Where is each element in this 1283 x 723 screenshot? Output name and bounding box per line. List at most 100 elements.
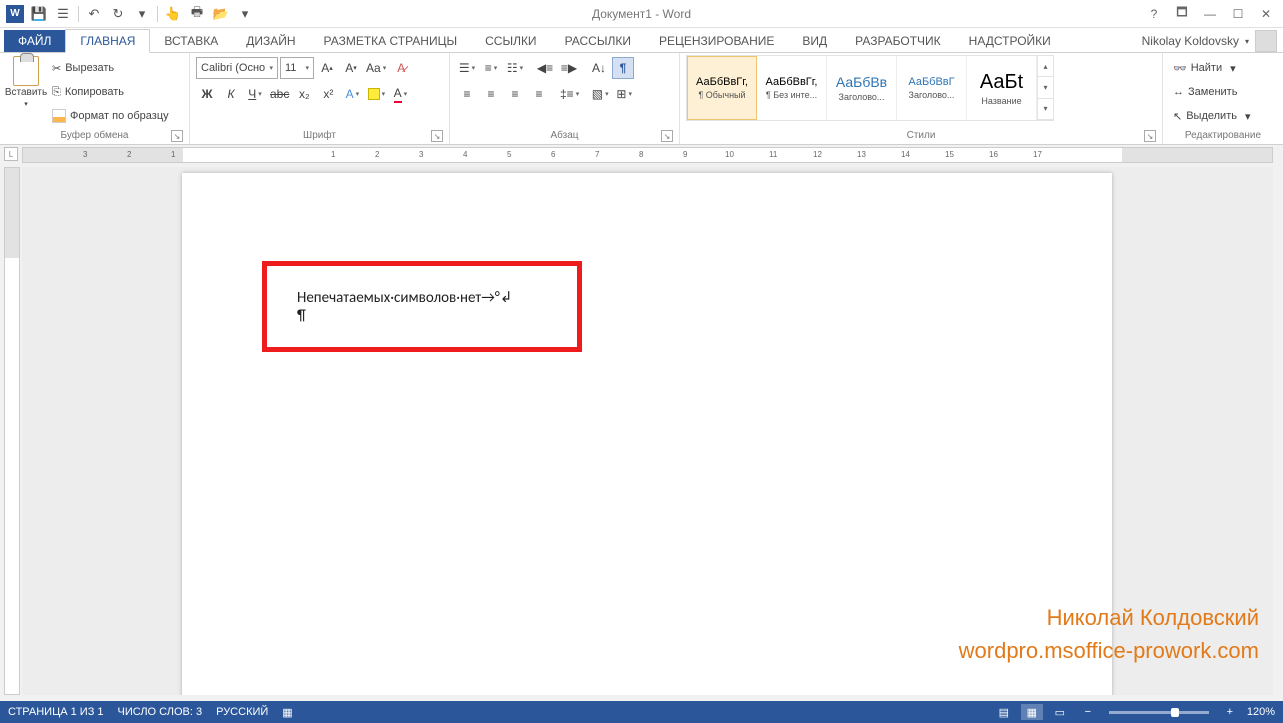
- tab-review[interactable]: РЕЦЕНЗИРОВАНИЕ: [645, 30, 788, 52]
- tab-mailings[interactable]: РАССЫЛКИ: [551, 30, 645, 52]
- read-mode-icon[interactable]: ▤: [993, 704, 1015, 720]
- font-name-combo[interactable]: Calibri (Осно▾: [196, 57, 278, 79]
- tab-view[interactable]: ВИД: [788, 30, 841, 52]
- italic-button[interactable]: К: [220, 83, 242, 105]
- tab-developer[interactable]: РАЗРАБОТЧИК: [841, 30, 955, 52]
- align-right-icon[interactable]: ≡: [504, 83, 526, 105]
- web-layout-icon[interactable]: ▭: [1049, 704, 1071, 720]
- highlight-button[interactable]: ▾: [365, 83, 387, 105]
- qat-dropdown-icon[interactable]: ▾: [131, 3, 153, 25]
- underline-button[interactable]: Ч▾: [244, 83, 266, 105]
- paragraph-launcher-icon[interactable]: ↘: [661, 130, 673, 142]
- zoom-slider[interactable]: [1109, 711, 1209, 714]
- vertical-ruler[interactable]: [4, 167, 20, 695]
- strike-button[interactable]: abc: [268, 83, 291, 105]
- print-layout-icon[interactable]: ▦: [1021, 704, 1043, 720]
- tab-layout[interactable]: РАЗМЕТКА СТРАНИЦЫ: [310, 30, 472, 52]
- open-icon[interactable]: 📂: [210, 3, 232, 25]
- quick-access-toolbar: 💾 ☰ ↶ ↻ ▾ 👆 🖶 📂 ▾: [28, 3, 256, 25]
- style-heading2[interactable]: АаБбВвГ Заголово...: [897, 56, 967, 120]
- tab-addins[interactable]: НАДСТРОЙКИ: [955, 30, 1065, 52]
- borders-icon[interactable]: ⊞▾: [613, 83, 635, 105]
- zoom-thumb[interactable]: [1171, 708, 1179, 717]
- qat-generic-1[interactable]: ☰: [52, 3, 74, 25]
- font-size-combo[interactable]: 11▾: [280, 57, 314, 79]
- style-sample: АаБбВвГ: [908, 76, 954, 88]
- status-language[interactable]: РУССКИЙ: [216, 706, 268, 718]
- cut-button[interactable]: ✂Вырезать: [48, 57, 173, 79]
- tab-insert[interactable]: ВСТАВКА: [150, 30, 232, 52]
- superscript-button[interactable]: x²: [317, 83, 339, 105]
- format-painter-button[interactable]: Формат по образцу: [48, 105, 173, 127]
- minimize-icon[interactable]: —: [1197, 4, 1223, 24]
- style-no-spacing[interactable]: АаБбВвГг, ¶ Без инте...: [757, 56, 827, 120]
- user-area[interactable]: Nikolay Koldovsky ▾: [1142, 30, 1283, 52]
- editing-group-label: Редактирование: [1185, 130, 1261, 141]
- shading-icon[interactable]: ▧▾: [589, 83, 611, 105]
- style-sample: АаБt: [980, 71, 1023, 94]
- change-case-icon[interactable]: Aa▾: [364, 57, 388, 79]
- increase-indent-icon[interactable]: ≡▶: [558, 57, 580, 79]
- font-color-button[interactable]: A▾: [389, 83, 411, 105]
- sort-icon[interactable]: A↓: [588, 57, 610, 79]
- maximize-icon[interactable]: ☐: [1225, 4, 1251, 24]
- ribbon-tabs: ФАЙЛ ГЛАВНАЯ ВСТАВКА ДИЗАЙН РАЗМЕТКА СТР…: [0, 28, 1283, 53]
- clipboard-launcher-icon[interactable]: ↘: [171, 130, 183, 142]
- help-icon[interactable]: ?: [1141, 4, 1167, 24]
- show-hide-paragraph-button[interactable]: ¶: [612, 57, 634, 79]
- status-page[interactable]: СТРАНИЦА 1 ИЗ 1: [8, 706, 104, 718]
- gallery-more-icon[interactable]: ▾: [1038, 99, 1053, 120]
- style-heading1[interactable]: АаБбВв Заголово...: [827, 56, 897, 120]
- document-area[interactable]: Непечатаемых·символов·нет→°↲ ¶: [22, 167, 1273, 695]
- ribbon-display-icon[interactable]: 🗖: [1169, 4, 1195, 24]
- status-macro-icon[interactable]: ▦: [282, 706, 292, 719]
- paste-button[interactable]: Вставить▾: [6, 55, 46, 109]
- tab-references[interactable]: ССЫЛКИ: [471, 30, 550, 52]
- undo-icon[interactable]: ↶: [83, 3, 105, 25]
- document-text-line[interactable]: Непечатаемых·символов·нет→°↲: [297, 288, 547, 307]
- style-normal[interactable]: АаБбВвГг, ¶ Обычный: [687, 56, 757, 120]
- page[interactable]: Непечатаемых·символов·нет→°↲ ¶: [182, 173, 1112, 695]
- grow-font-icon[interactable]: A▴: [316, 57, 338, 79]
- text-effects-icon[interactable]: A▾: [341, 83, 363, 105]
- bold-button[interactable]: Ж: [196, 83, 218, 105]
- qat-customize-icon[interactable]: ▾: [234, 3, 256, 25]
- gallery-down-icon[interactable]: ▾: [1038, 77, 1053, 98]
- multilevel-list-icon[interactable]: ☷▾: [504, 57, 526, 79]
- align-center-icon[interactable]: ≡: [480, 83, 502, 105]
- style-title[interactable]: АаБt Название: [967, 56, 1037, 120]
- save-icon[interactable]: 💾: [28, 3, 50, 25]
- tab-file[interactable]: ФАЙЛ: [4, 30, 65, 52]
- replace-button[interactable]: ↔Заменить: [1169, 81, 1255, 103]
- decrease-indent-icon[interactable]: ◀≡: [534, 57, 556, 79]
- clear-formatting-icon[interactable]: A̷: [390, 57, 412, 79]
- copy-button[interactable]: ⎘Копировать: [48, 81, 173, 103]
- close-icon[interactable]: ✕: [1253, 4, 1279, 24]
- zoom-value[interactable]: 120%: [1247, 706, 1275, 718]
- select-label: Выделить: [1186, 110, 1237, 122]
- zoom-in-icon[interactable]: +: [1219, 704, 1241, 720]
- touch-mode-icon[interactable]: 👆: [162, 3, 184, 25]
- find-button[interactable]: 👓Найти▾: [1169, 57, 1255, 79]
- bullets-icon[interactable]: ☰▾: [456, 57, 478, 79]
- title-bar: W 💾 ☰ ↶ ↻ ▾ 👆 🖶 📂 ▾ Документ1 - Word ? 🗖…: [0, 0, 1283, 28]
- quick-print-icon[interactable]: 🖶: [186, 3, 208, 25]
- line-spacing-icon[interactable]: ‡≡▾: [558, 83, 581, 105]
- align-left-icon[interactable]: ≡: [456, 83, 478, 105]
- avatar[interactable]: [1255, 30, 1277, 52]
- shrink-font-icon[interactable]: A▾: [340, 57, 362, 79]
- subscript-button[interactable]: x₂: [293, 83, 315, 105]
- redo-icon[interactable]: ↻: [107, 3, 129, 25]
- tab-selector-icon[interactable]: L: [4, 147, 18, 161]
- tab-design[interactable]: ДИЗАЙН: [232, 30, 309, 52]
- numbering-icon[interactable]: ≡▾: [480, 57, 502, 79]
- justify-icon[interactable]: ≡: [528, 83, 550, 105]
- font-launcher-icon[interactable]: ↘: [431, 130, 443, 142]
- zoom-out-icon[interactable]: −: [1077, 704, 1099, 720]
- horizontal-ruler[interactable]: 3 2 1 1 2 3 4 5 6 7 8 9 10 11 12 13 14 1…: [22, 147, 1273, 163]
- styles-launcher-icon[interactable]: ↘: [1144, 130, 1156, 142]
- status-words[interactable]: ЧИСЛО СЛОВ: 3: [118, 706, 203, 718]
- tab-home[interactable]: ГЛАВНАЯ: [65, 29, 150, 53]
- select-button[interactable]: ↖Выделить▾: [1169, 105, 1255, 127]
- gallery-up-icon[interactable]: ▴: [1038, 56, 1053, 77]
